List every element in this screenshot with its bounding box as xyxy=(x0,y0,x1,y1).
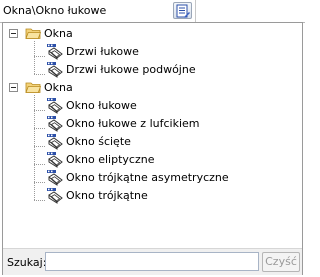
search-input[interactable] xyxy=(45,252,259,271)
tree-leaf[interactable]: Okno eliptyczne xyxy=(3,151,302,169)
tree-leaf-label: Okno eliptyczne xyxy=(66,153,155,166)
dropdown-popup: Okna Drzwi łukowe Drzwi łukowe podwójne … xyxy=(2,22,303,275)
tree-leaf[interactable]: Okno ścięte xyxy=(3,133,302,151)
tree-leaf[interactable]: Okno łukowe z lufcikiem xyxy=(3,115,302,133)
window-shape-icon xyxy=(46,61,64,79)
tree-leaf[interactable]: Drzwi łukowe xyxy=(3,43,302,61)
window-shape-icon xyxy=(46,115,64,133)
search-label: Szukaj: xyxy=(7,256,47,269)
window-shape-icon xyxy=(46,151,64,169)
folder-open-icon xyxy=(25,26,41,40)
tree-leaf[interactable]: Okno łukowe xyxy=(3,97,302,115)
category-tree: Okna Drzwi łukowe Drzwi łukowe podwójne … xyxy=(3,25,302,205)
tree-leaf[interactable]: Okno trójkątne asymetryczne xyxy=(3,169,302,187)
search-bar: Szukaj: Czyść xyxy=(3,248,302,275)
window-shape-icon xyxy=(46,97,64,115)
tree-node-okna[interactable]: Okna xyxy=(3,25,302,43)
tree-leaf-label: Drzwi łukowe xyxy=(66,45,139,58)
tree-node-label: Okna xyxy=(44,81,73,94)
tree-node-label: Okna xyxy=(44,27,73,40)
collapse-toggle[interactable] xyxy=(9,29,18,38)
collapse-toggle[interactable] xyxy=(9,83,18,92)
tree-leaf-label: Okno ścięte xyxy=(66,135,131,148)
selected-path: Okna\Okno łukowe xyxy=(3,4,107,17)
window-shape-icon xyxy=(46,133,64,151)
list-edit-button[interactable] xyxy=(173,2,192,19)
combo-window: Okna\Okno łukowe Okna Drzwi łukowe Drzwi… xyxy=(0,0,305,277)
tree-leaf-label: Drzwi łukowe podwójne xyxy=(66,63,196,76)
window-shape-icon xyxy=(46,169,64,187)
tree-leaf-label: Okno trójkątne asymetryczne xyxy=(66,171,229,184)
list-edit-icon xyxy=(176,4,190,18)
tree-leaf-label: Okno trójkątne xyxy=(66,189,148,202)
folder-open-icon xyxy=(25,80,41,94)
clear-button[interactable]: Czyść xyxy=(262,252,300,272)
tree-leaf[interactable]: Drzwi łukowe podwójne xyxy=(3,61,302,79)
header-divider xyxy=(195,0,196,22)
path-combo[interactable]: Okna\Okno łukowe xyxy=(0,0,305,23)
tree-leaf-label: Okno łukowe z lufcikiem xyxy=(66,117,200,130)
tree-leaf[interactable]: Okno trójkątne xyxy=(3,187,302,205)
tree-node-okna[interactable]: Okna xyxy=(3,79,302,97)
window-shape-icon xyxy=(46,43,64,61)
tree-leaf-label: Okno łukowe xyxy=(66,99,137,112)
window-shape-icon xyxy=(46,187,64,205)
